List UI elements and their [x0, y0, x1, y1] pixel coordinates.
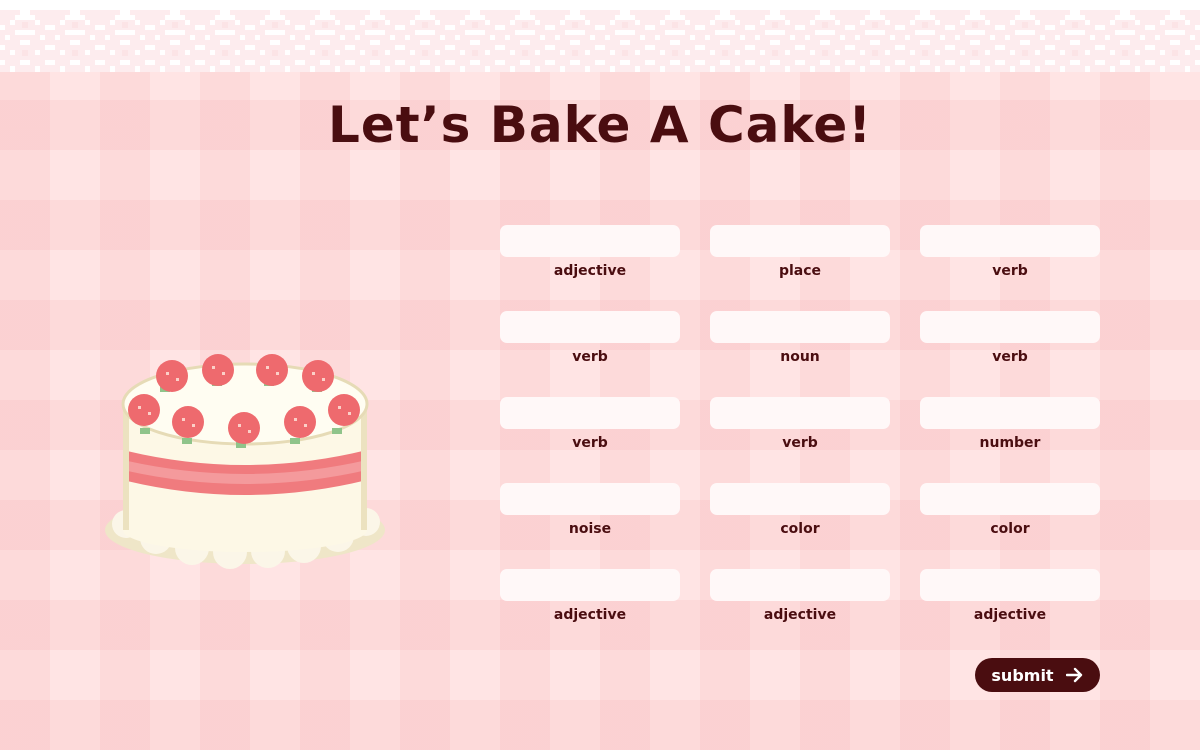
word-input[interactable]	[710, 397, 890, 429]
word-input[interactable]	[710, 569, 890, 601]
submit-button[interactable]: submit	[975, 658, 1100, 692]
madlib-field: noun	[710, 311, 890, 367]
word-label: color	[780, 521, 820, 537]
madlib-field: adjective	[500, 225, 680, 281]
word-input[interactable]	[920, 225, 1100, 257]
word-label: verb	[782, 435, 818, 451]
word-input[interactable]	[710, 311, 890, 343]
word-input[interactable]	[500, 397, 680, 429]
word-label: verb	[992, 349, 1028, 365]
madlib-field: verb	[920, 311, 1100, 367]
madlib-field: verb	[710, 397, 890, 453]
word-label: noun	[780, 349, 820, 365]
madlib-field: adjective	[710, 569, 890, 625]
word-label: adjective	[553, 263, 627, 279]
madlib-field: adjective	[500, 569, 680, 625]
lace-border	[0, 0, 1200, 72]
strawberry-cake-icon	[105, 354, 385, 569]
madlib-field: number	[920, 397, 1100, 453]
word-label: color	[990, 521, 1030, 537]
word-input[interactable]	[500, 225, 680, 257]
word-input[interactable]	[920, 569, 1100, 601]
word-input[interactable]	[920, 483, 1100, 515]
word-input[interactable]	[500, 311, 680, 343]
madlib-field: verb	[500, 311, 680, 367]
madlib-field: verb	[920, 225, 1100, 281]
page-title: Let’s Bake A Cake!	[327, 96, 873, 154]
madlib-field: color	[920, 483, 1100, 539]
word-input[interactable]	[710, 483, 890, 515]
word-input[interactable]	[500, 569, 680, 601]
word-label: verb	[572, 435, 608, 451]
word-label: adjective	[973, 607, 1047, 623]
word-label: noise	[568, 521, 612, 537]
madlib-field: place	[710, 225, 890, 281]
word-label: number	[979, 435, 1041, 451]
madlib-field: noise	[500, 483, 680, 539]
word-input[interactable]	[920, 397, 1100, 429]
word-label: place	[778, 263, 822, 279]
word-label: verb	[572, 349, 608, 365]
word-input[interactable]	[710, 225, 890, 257]
submit-label: submit	[991, 665, 1054, 685]
word-input[interactable]	[500, 483, 680, 515]
madlib-field: verb	[500, 397, 680, 453]
arrow-right-icon	[1065, 667, 1082, 683]
word-input[interactable]	[920, 311, 1100, 343]
word-label: verb	[992, 263, 1028, 279]
word-label: adjective	[763, 607, 837, 623]
madlib-field: color	[710, 483, 890, 539]
word-label: adjective	[553, 607, 627, 623]
madlib-field: adjective	[920, 569, 1100, 625]
